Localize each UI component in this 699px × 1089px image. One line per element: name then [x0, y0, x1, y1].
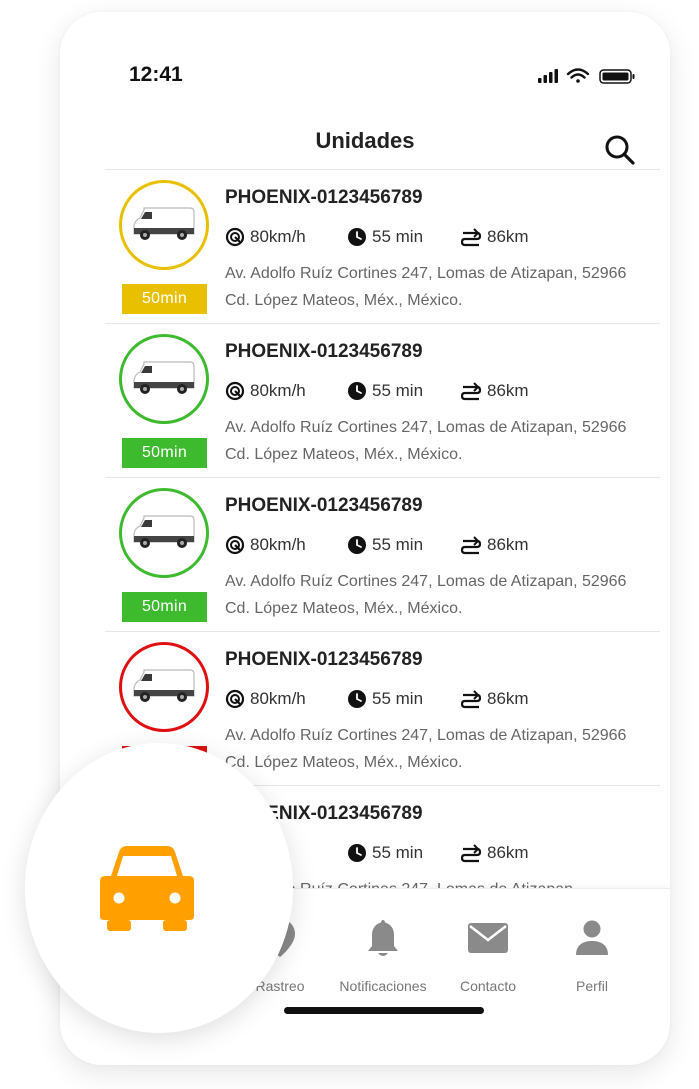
speed-stat: 80km/h	[225, 226, 306, 248]
time-value: 55 min	[372, 227, 424, 246]
distance-value: 86km	[487, 227, 529, 246]
distance-value: 86km	[487, 689, 529, 708]
tab-contacto[interactable]: Contacto	[428, 917, 548, 994]
clock-icon	[348, 844, 366, 862]
speedometer-icon	[225, 535, 245, 555]
unit-row[interactable]: 50min PHOENIX-0123456789 80km/h 55 min 86km A…	[105, 323, 660, 478]
distance-stat: 86km	[460, 688, 529, 710]
van-icon	[133, 669, 195, 702]
unit-avatar	[119, 642, 209, 732]
page-title: Unidades	[315, 128, 415, 153]
route-icon	[460, 228, 482, 247]
route-icon	[460, 690, 482, 709]
time-stat: 55 min	[347, 688, 423, 710]
clock-icon	[348, 690, 366, 708]
unit-avatar	[119, 180, 209, 270]
time-value: 55 min	[372, 535, 424, 554]
route-icon	[460, 844, 482, 863]
distance-value: 86km	[487, 535, 529, 554]
home-indicator	[284, 1007, 484, 1014]
eta-badge: 50min	[122, 284, 207, 314]
signal-icon	[538, 69, 558, 83]
distance-stat: 86km	[460, 534, 529, 556]
tab-label: Notificaciones	[339, 978, 427, 994]
speedometer-icon	[225, 381, 245, 401]
unit-address: Av. Adolfo Ruíz Cortines 247, Lomas de A…	[225, 265, 627, 309]
time-value: 55 min	[372, 689, 424, 708]
unit-row[interactable]: 50min PHOENIX-0123456789 80km/h 55 min 86km A…	[105, 477, 660, 632]
time-value: 55 min	[372, 381, 424, 400]
tab-label: Contacto	[459, 978, 517, 994]
tab-notificaciones[interactable]: Notificaciones	[323, 917, 443, 994]
car-fab-button[interactable]	[25, 743, 293, 1033]
time-stat: 55 min	[347, 534, 423, 556]
unit-avatar	[119, 334, 209, 424]
speed-stat: 80km/h	[225, 688, 306, 710]
status-icons	[538, 68, 635, 84]
user-icon	[576, 920, 608, 955]
battery-icon	[599, 69, 635, 84]
route-icon	[460, 536, 482, 555]
clock-icon	[348, 382, 366, 400]
car-icon	[100, 846, 194, 931]
distance-stat: 86km	[460, 226, 529, 248]
time-stat: 55 min	[347, 842, 423, 864]
search-button[interactable]	[602, 132, 638, 168]
tab-label: Perfil	[576, 978, 608, 994]
tab-perfil[interactable]: Perfil	[532, 917, 652, 994]
eta-badge: 50min	[122, 438, 207, 468]
speed-value: 80km/h	[250, 535, 306, 554]
unit-name: PHOENIX-0123456789	[225, 341, 423, 362]
speed-value: 80km/h	[250, 381, 306, 400]
unit-name: PHOENIX-0123456789	[225, 187, 423, 208]
distance-value: 86km	[487, 381, 529, 400]
unit-row[interactable]: 50min PHOENIX-0123456789 80km/h 55 min 86km A…	[105, 169, 660, 324]
van-icon	[133, 515, 195, 548]
clock-icon	[348, 536, 366, 554]
bell-icon	[368, 920, 398, 956]
speed-stat: 80km/h	[225, 380, 306, 402]
unit-address: Av. Adolfo Ruíz Cortines 247, Lomas de A…	[225, 419, 627, 463]
speed-stat: 80km/h	[225, 534, 306, 556]
route-icon	[460, 382, 482, 401]
van-icon	[133, 207, 195, 240]
distance-stat: 86km	[460, 842, 529, 864]
unit-address: Av. Adolfo Ruíz Cortines 247, Lomas de A…	[225, 727, 627, 771]
time-value: 55 min	[372, 843, 424, 862]
unit-name: PHOENIX-0123456789	[225, 649, 423, 670]
unit-avatar	[119, 488, 209, 578]
van-icon	[133, 361, 195, 394]
mail-icon	[468, 923, 508, 953]
speedometer-icon	[225, 227, 245, 247]
search-icon	[605, 135, 635, 165]
speed-value: 80km/h	[250, 227, 306, 246]
speed-value: 80km/h	[250, 689, 306, 708]
clock-icon	[348, 228, 366, 246]
distance-value: 86km	[487, 843, 529, 862]
unit-address: Av. Adolfo Ruíz Cortines 247, Lomas de A…	[225, 573, 627, 617]
speedometer-icon	[225, 689, 245, 709]
eta-badge: 50min	[122, 592, 207, 622]
distance-stat: 86km	[460, 380, 529, 402]
status-time: 12:41	[129, 63, 183, 86]
time-stat: 55 min	[347, 226, 423, 248]
time-stat: 55 min	[347, 380, 423, 402]
unit-name: PHOENIX-0123456789	[225, 495, 423, 516]
wifi-icon	[566, 68, 590, 83]
